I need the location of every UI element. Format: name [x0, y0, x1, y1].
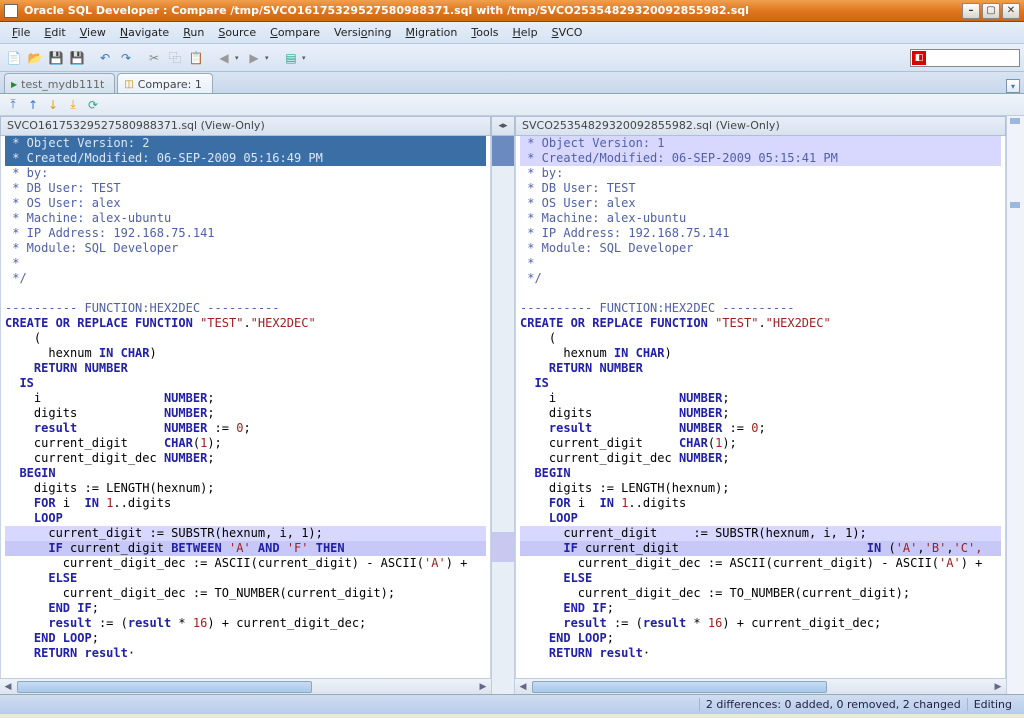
document-tabs: ▶ test_mydb111t ◫ Compare: 1 ▾: [0, 72, 1024, 94]
new-icon[interactable]: 📄: [4, 48, 24, 68]
menu-source[interactable]: Source: [212, 24, 262, 41]
app-icon: [4, 4, 18, 18]
tab0-label: test_mydb111t: [21, 78, 104, 91]
tab-worksheet[interactable]: ▶ test_mydb111t: [4, 73, 115, 93]
menu-edit[interactable]: Edit: [38, 24, 71, 41]
right-pane: SVCO25354829320092855982.sql (View-Only)…: [515, 116, 1006, 694]
menubar: File Edit View Navigate Run Source Compa…: [0, 22, 1024, 44]
last-diff-icon[interactable]: ⤓: [64, 96, 82, 114]
paste-icon[interactable]: 📋: [186, 48, 206, 68]
status-mode: Editing: [967, 698, 1018, 711]
minimize-button[interactable]: –: [962, 3, 980, 19]
tab-compare[interactable]: ◫ Compare: 1: [117, 73, 213, 93]
right-diff-line-1: * Object Version: 1: [520, 136, 665, 150]
search-box[interactable]: ◧: [910, 49, 1020, 67]
right-hscroll[interactable]: ◀▶: [515, 678, 1006, 694]
left-file-header: SVCO16175329527580988371.sql (View-Only): [0, 116, 491, 136]
right-diff2-line1: current_digit := SUBSTR(hexnum, i, 1);: [520, 526, 867, 540]
save-icon[interactable]: 💾: [46, 48, 66, 68]
statusbar: 2 differences: 0 added, 0 removed, 2 cha…: [0, 694, 1024, 714]
left-common-header: * by: * DB User: TEST * OS User: alex * …: [5, 166, 215, 285]
menu-file[interactable]: File: [6, 24, 36, 41]
overview-ruler[interactable]: [1006, 116, 1024, 694]
save-all-icon[interactable]: 💾: [67, 48, 87, 68]
first-diff-icon[interactable]: ⤒: [4, 96, 22, 114]
status-diffs: 2 differences: 0 added, 0 removed, 2 cha…: [699, 698, 967, 711]
open-icon[interactable]: 📂: [25, 48, 45, 68]
right-file-header: SVCO25354829320092855982.sql (View-Only): [515, 116, 1006, 136]
run-tri-icon: ▶: [11, 80, 17, 89]
compare-area: SVCO16175329527580988371.sql (View-Only)…: [0, 116, 1024, 694]
prev-diff-icon[interactable]: ↑: [24, 96, 42, 114]
close-button[interactable]: ✕: [1002, 3, 1020, 19]
center-strip: ◂▸: [491, 116, 515, 694]
menu-migration[interactable]: Migration: [400, 24, 464, 41]
search-icon: ◧: [912, 51, 926, 65]
compare-icon: ◫: [124, 79, 133, 90]
left-diff2-line1: current_digit := SUBSTR(hexnum, i, 1);: [5, 526, 323, 540]
undo-icon[interactable]: ↶: [95, 48, 115, 68]
left-hscroll[interactable]: ◀▶: [0, 678, 491, 694]
window-title: Oracle SQL Developer : Compare /tmp/SVCO…: [24, 4, 962, 17]
tab1-label: Compare: 1: [138, 78, 202, 91]
right-common-header: * by: * DB User: TEST * OS User: alex * …: [520, 166, 730, 285]
left-diff-line-2: * Created/Modified: 06-SEP-2009 05:16:49…: [5, 151, 323, 165]
menu-help[interactable]: Help: [506, 24, 543, 41]
redo-icon[interactable]: ↷: [116, 48, 136, 68]
cut-icon[interactable]: ✂: [144, 48, 164, 68]
maximize-button[interactable]: ▢: [982, 3, 1000, 19]
right-code[interactable]: * Object Version: 1 * Created/Modified: …: [515, 136, 1006, 678]
menu-svco[interactable]: SVCO: [546, 24, 589, 41]
menu-run[interactable]: Run: [177, 24, 210, 41]
left-code[interactable]: * Object Version: 2 * Created/Modified: …: [0, 136, 491, 678]
diff-nav: ⤒ ↑ ↓ ⤓ ⟳: [0, 94, 1024, 116]
swap-icon[interactable]: ◂▸: [491, 116, 515, 136]
menu-tools[interactable]: Tools: [465, 24, 504, 41]
menu-navigate[interactable]: Navigate: [114, 24, 175, 41]
sql-worksheet-icon[interactable]: ▤: [281, 48, 301, 68]
toolbar: 📄 📂 💾 💾 ↶ ↷ ✂ ⿻ 📋 ◀▾ ▶▾ ▤▾ ◧: [0, 44, 1024, 72]
menu-view[interactable]: View: [74, 24, 112, 41]
titlebar: Oracle SQL Developer : Compare /tmp/SVCO…: [0, 0, 1024, 22]
back-icon[interactable]: ◀: [214, 48, 234, 68]
left-diff-line-1: * Object Version: 2: [5, 136, 150, 150]
left-pane: SVCO16175329527580988371.sql (View-Only)…: [0, 116, 491, 694]
menu-versioning[interactable]: Versioning: [328, 24, 397, 41]
right-diff-line-2: * Created/Modified: 06-SEP-2009 05:15:41…: [520, 151, 838, 165]
regen-icon[interactable]: ⟳: [84, 96, 102, 114]
next-diff-icon[interactable]: ↓: [44, 96, 62, 114]
tab-list-button[interactable]: ▾: [1006, 79, 1020, 93]
copy-icon[interactable]: ⿻: [165, 48, 185, 68]
menu-compare[interactable]: Compare: [264, 24, 326, 41]
forward-icon[interactable]: ▶: [244, 48, 264, 68]
